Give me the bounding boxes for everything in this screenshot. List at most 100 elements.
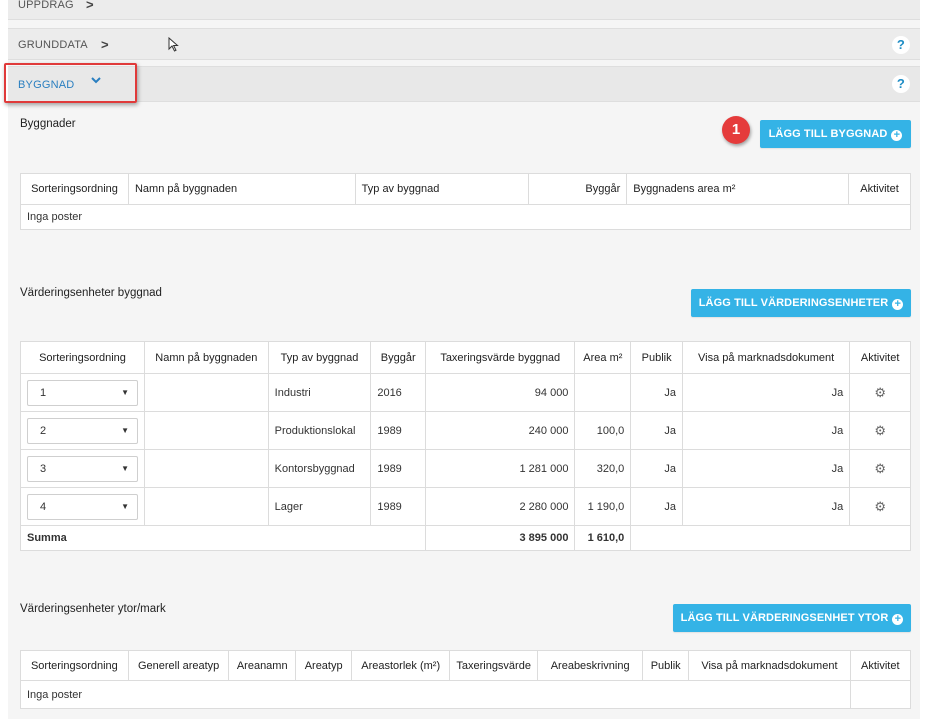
empty-row: Inga poster xyxy=(20,680,851,709)
empty-activity-cell xyxy=(849,680,911,709)
add-ytor-button-label: LÄGG TILL VÄRDERINGSENHET YTOR xyxy=(680,612,889,624)
column-header[interactable]: Byggnadens area m² xyxy=(626,173,849,205)
visa-cell: Ja xyxy=(681,487,851,526)
sort-order-cell: 1 ▼ xyxy=(20,373,145,412)
activity-cell: ⚙ xyxy=(849,411,911,450)
column-header[interactable]: Taxeringsvärde byggnad xyxy=(425,341,576,374)
accordion-grunddata-label: GRUNDDATA xyxy=(18,39,88,51)
column-header[interactable]: Publik xyxy=(642,650,690,681)
ytor-table: Sorteringsordning Generell areatyp Arean… xyxy=(20,650,911,709)
column-header[interactable]: Areatyp xyxy=(294,650,353,681)
column-header[interactable]: Area m² xyxy=(574,341,632,374)
column-header[interactable]: Areastorlek (m²) xyxy=(351,650,451,681)
year-cell: 1989 xyxy=(370,411,427,450)
column-header[interactable]: Generell areatyp xyxy=(127,650,230,681)
sum-empty xyxy=(630,525,911,551)
column-header[interactable]: Sorteringsordning xyxy=(20,341,145,374)
highlight-box xyxy=(4,63,137,103)
sort-order-value: 3 xyxy=(40,462,47,475)
chevron-right-icon: > xyxy=(86,0,94,12)
sort-order-value: 2 xyxy=(40,424,47,437)
value-cell: 1 281 000 xyxy=(425,449,576,488)
accordion-uppdrag-label: UPPDRAG xyxy=(18,0,74,11)
column-header[interactable]: Publik xyxy=(630,341,683,374)
plus-icon: + xyxy=(892,299,904,310)
type-cell: Kontorsbyggnad xyxy=(267,449,372,488)
column-header[interactable]: Taxeringsvärde xyxy=(449,650,539,681)
accordion-uppdrag[interactable]: UPPDRAG > xyxy=(8,0,920,20)
column-header[interactable]: Aktivitet xyxy=(849,650,911,681)
column-header[interactable]: Byggår xyxy=(528,173,628,205)
area-cell: 1 190,0 xyxy=(574,487,632,526)
value-cell: 94 000 xyxy=(425,373,576,412)
table-row: 1 ▼ Industri 2016 94 000 Ja Ja ⚙ xyxy=(20,373,911,412)
add-varderingsenheter-button[interactable]: LÄGG TILL VÄRDERINGSENHETER + xyxy=(691,289,911,317)
visa-cell: Ja xyxy=(681,449,851,488)
type-cell: Lager xyxy=(267,487,372,526)
value-cell: 240 000 xyxy=(425,411,576,450)
activity-cell: ⚙ xyxy=(849,449,911,488)
year-cell: 1989 xyxy=(370,449,427,488)
sum-label: Summa xyxy=(19,525,427,551)
activity-cell: ⚙ xyxy=(849,373,911,412)
column-header[interactable]: Typ av byggnad xyxy=(354,173,530,205)
mouse-cursor-icon xyxy=(168,37,179,52)
gear-icon[interactable]: ⚙ xyxy=(874,499,886,514)
gear-icon[interactable]: ⚙ xyxy=(874,385,886,400)
step-badge: 1 xyxy=(722,116,750,144)
publik-cell: Ja xyxy=(630,373,683,412)
sum-value: 3 895 000 xyxy=(425,525,576,551)
column-header[interactable]: Namn på byggnaden xyxy=(127,173,356,205)
varderingsenheter-table: Sorteringsordning Namn på byggnaden Typ … xyxy=(19,341,911,551)
type-cell: Produktionslokal xyxy=(267,411,372,450)
visa-cell: Ja xyxy=(681,411,851,450)
table-row: 4 ▼ Lager 1989 2 280 000 1 190,0 Ja Ja ⚙ xyxy=(20,487,911,526)
help-icon[interactable]: ? xyxy=(892,36,910,54)
column-header[interactable]: Aktivitet xyxy=(847,173,912,205)
name-cell xyxy=(144,449,269,488)
column-header[interactable]: Sorteringsordning xyxy=(20,173,129,205)
visa-cell: Ja xyxy=(681,373,851,412)
plus-icon: + xyxy=(892,614,904,625)
column-header[interactable]: Sorteringsordning xyxy=(20,650,129,681)
add-ytor-button[interactable]: LÄGG TILL VÄRDERINGSENHET YTOR + xyxy=(673,604,911,632)
column-header[interactable]: Visa på marknadsdokument xyxy=(681,341,851,374)
publik-cell: Ja xyxy=(630,449,683,488)
type-cell: Industri xyxy=(267,373,372,412)
activity-cell: ⚙ xyxy=(849,487,911,526)
area-cell: 100,0 xyxy=(574,411,632,450)
chevron-right-icon: > xyxy=(101,37,109,52)
column-header[interactable]: Areanamn xyxy=(228,650,296,681)
add-byggnad-button[interactable]: LÄGG TILL BYGGNAD + xyxy=(760,120,911,148)
sort-order-select[interactable]: 1 ▼ xyxy=(27,379,138,406)
column-header[interactable]: Areabeskrivning xyxy=(537,650,644,681)
add-byggnad-button-label: LÄGG TILL BYGGNAD xyxy=(768,128,888,140)
column-header[interactable]: Typ av byggnad xyxy=(267,341,372,374)
sort-order-select[interactable]: 3 ▼ xyxy=(27,455,138,482)
column-header[interactable]: Aktivitet xyxy=(849,341,911,374)
section-title-ytor: Värderingsenheter ytor/mark xyxy=(20,603,166,615)
area-cell xyxy=(574,373,632,412)
gear-icon[interactable]: ⚙ xyxy=(874,461,886,476)
column-header[interactable]: Visa på marknadsdokument xyxy=(688,650,851,681)
name-cell xyxy=(144,487,269,526)
dropdown-arrow-icon: ▼ xyxy=(121,387,129,397)
accordion-byggnad[interactable]: BYGGNAD ? xyxy=(8,66,920,102)
area-cell: 320,0 xyxy=(574,449,632,488)
publik-cell: Ja xyxy=(630,411,683,450)
year-cell: 2016 xyxy=(370,373,427,412)
accordion-grunddata[interactable]: GRUNDDATA > ? xyxy=(8,28,920,60)
column-header[interactable]: Byggår xyxy=(370,341,427,374)
column-header[interactable]: Namn på byggnaden xyxy=(144,341,269,374)
sort-order-select[interactable]: 4 ▼ xyxy=(27,493,138,520)
dropdown-arrow-icon: ▼ xyxy=(121,425,129,435)
byggnader-table: Sorteringsordning Namn på byggnaden Typ … xyxy=(20,173,912,230)
help-icon[interactable]: ? xyxy=(892,75,910,93)
sum-row: Summa 3 895 000 1 610,0 xyxy=(19,525,911,551)
gear-icon[interactable]: ⚙ xyxy=(874,423,886,438)
sort-order-select[interactable]: 2 ▼ xyxy=(27,417,138,444)
add-varderingsenheter-button-label: LÄGG TILL VÄRDERINGSENHETER xyxy=(698,297,889,309)
value-cell: 2 280 000 xyxy=(425,487,576,526)
plus-icon: + xyxy=(891,130,903,141)
sort-order-cell: 4 ▼ xyxy=(20,487,145,526)
